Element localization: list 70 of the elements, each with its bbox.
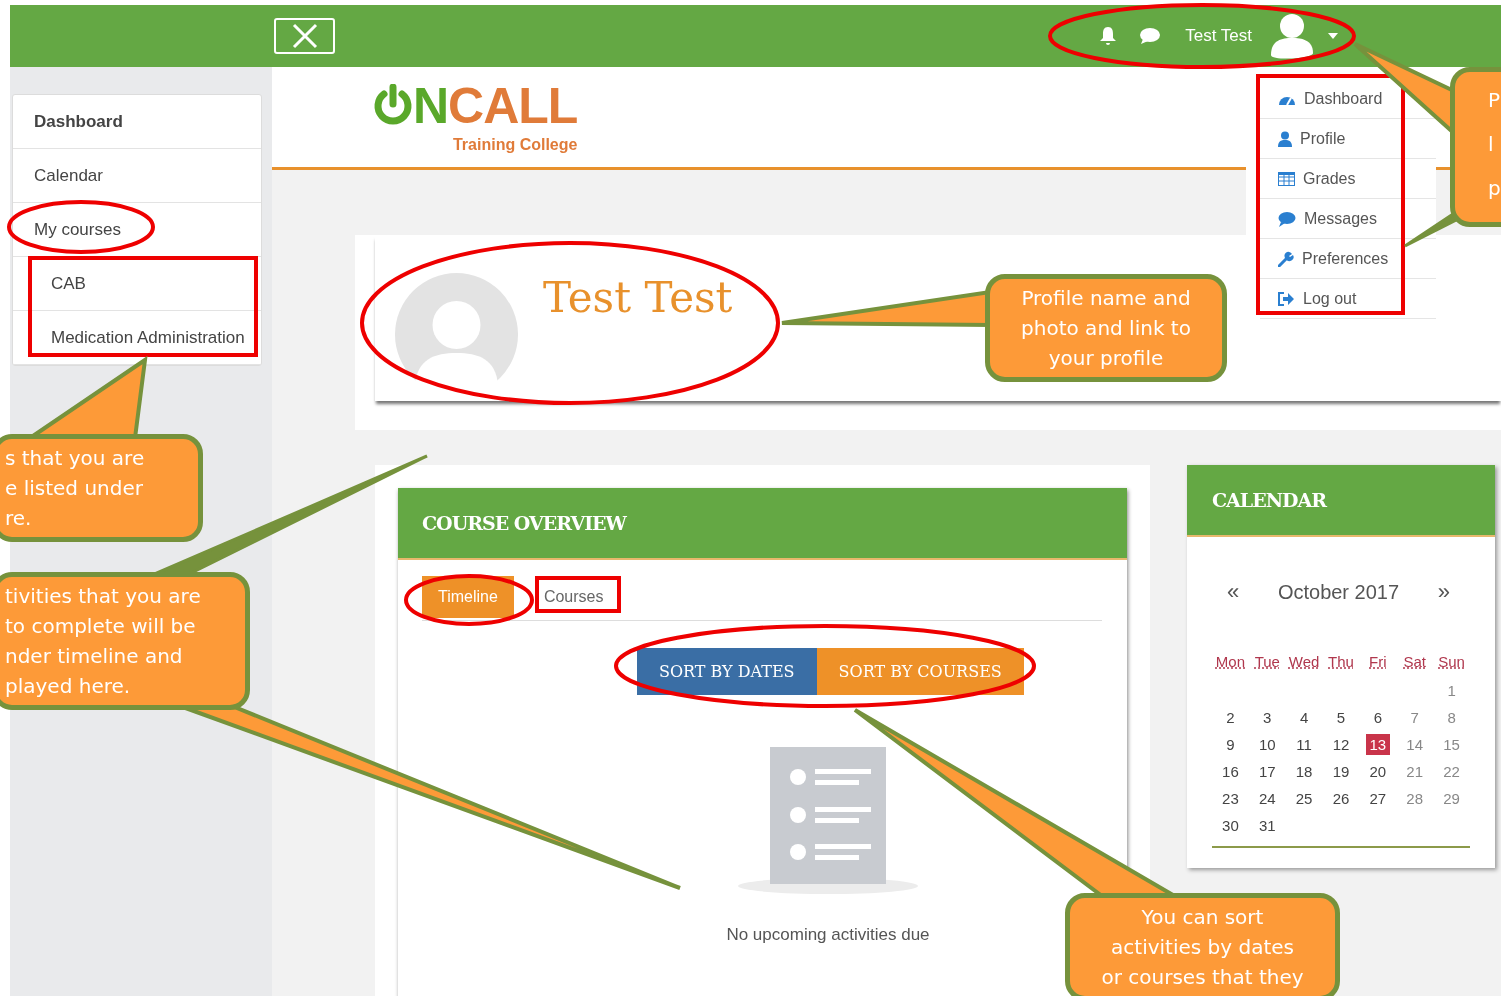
calendar-day[interactable]: 12 [1328,734,1354,755]
weekday-label: Sun [1438,653,1465,670]
sort-button[interactable]: SORT BY DATES [637,648,817,695]
calendar-day[interactable]: 14 [1402,734,1428,755]
menu-item[interactable]: Grades [1260,159,1436,199]
calendar-day[interactable]: 17 [1254,761,1280,782]
exit-icon [1278,291,1295,306]
calendar-day[interactable]: 3 [1259,707,1276,728]
speech-bubble-icon [1278,210,1296,227]
nav-item[interactable]: CAB [13,257,261,311]
bell-icon[interactable] [1099,26,1118,46]
calendar-day[interactable]: 22 [1439,761,1464,782]
tab[interactable]: Courses [527,576,620,618]
next-month-link[interactable]: » [1437,579,1450,605]
calendar-day[interactable]: 7 [1406,707,1423,728]
weekday-label: Mon [1215,653,1245,670]
calendar-day[interactable]: 20 [1365,761,1391,782]
logo-tagline: Training College [452,136,578,154]
card-title: CALENDAR [1212,489,1327,511]
calendar-day[interactable]: 27 [1365,788,1391,809]
avatar-icon[interactable] [395,273,518,396]
empty-message: No upcoming activities due [726,925,930,945]
close-button[interactable] [274,18,335,54]
calendar-day[interactable]: 28 [1402,788,1428,809]
month-title: October 2017 [1277,580,1400,604]
calendar-day[interactable]: 4 [1295,707,1313,728]
calendar-day[interactable]: 23 [1218,788,1243,809]
calendar-day[interactable]: 6 [1369,707,1386,728]
weekday-label: Fri [1369,653,1387,670]
callout-bubble: You can sort activities by dates or courses that they [1065,893,1340,996]
calendar-day[interactable]: 5 [1332,707,1350,728]
calendar-day[interactable]: 15 [1439,734,1464,755]
nav-item[interactable]: Calendar [13,149,261,203]
caret-icon[interactable] [1328,33,1338,39]
menu-item[interactable]: Profile [1260,119,1436,159]
calendar-day[interactable]: 1 [1443,680,1460,701]
previous-month-link[interactable]: « [1227,579,1240,605]
empty-list-icon [735,747,921,895]
callout-bubble: Profile name and photo and link to your profile [985,274,1227,382]
calendar-day[interactable]: 11 [1292,734,1316,755]
nav-item[interactable]: My courses [13,203,261,257]
logo-text: NCALL [413,80,578,132]
weekday-label: Tue [1254,653,1280,670]
calendar-day[interactable]: 16 [1218,761,1243,782]
calendar-day[interactable]: 25 [1291,788,1317,809]
calendar-day[interactable]: 19 [1328,761,1354,782]
avatar-icon[interactable] [1270,13,1314,59]
calendar-day[interactable]: 8 [1443,707,1460,728]
calendar-day[interactable]: 26 [1328,788,1354,809]
calendar-day[interactable]: 31 [1254,815,1280,836]
calendar-day[interactable]: 9 [1222,734,1239,755]
calendar-day[interactable]: 29 [1439,788,1464,809]
weekday-label: Sat [1403,653,1426,670]
card-title: COURSE OVERVIEW [422,512,626,534]
calendar-day[interactable]: 21 [1402,761,1428,782]
calendar-day[interactable]: 18 [1291,761,1317,782]
user-icon [1278,130,1292,147]
calendar-day[interactable]: 13 [1365,734,1391,755]
weekday-label: Wed [1288,653,1320,670]
callout-bubble: tivities that you are to complete will be nder timeline and played here. [0,572,250,710]
calendar-day[interactable]: 2 [1222,707,1239,728]
callout-bubble: P l p [1450,67,1501,227]
calendar-day[interactable]: 10 [1254,734,1280,755]
table-icon [1278,171,1295,186]
wrench-icon [1278,250,1294,267]
calendar-day[interactable]: 24 [1254,788,1280,809]
nav-item[interactable]: Dashboard [13,95,261,149]
weekday-label: Thu [1328,653,1354,670]
chat-icon[interactable] [1139,27,1162,45]
calendar-day[interactable]: 30 [1218,815,1243,836]
